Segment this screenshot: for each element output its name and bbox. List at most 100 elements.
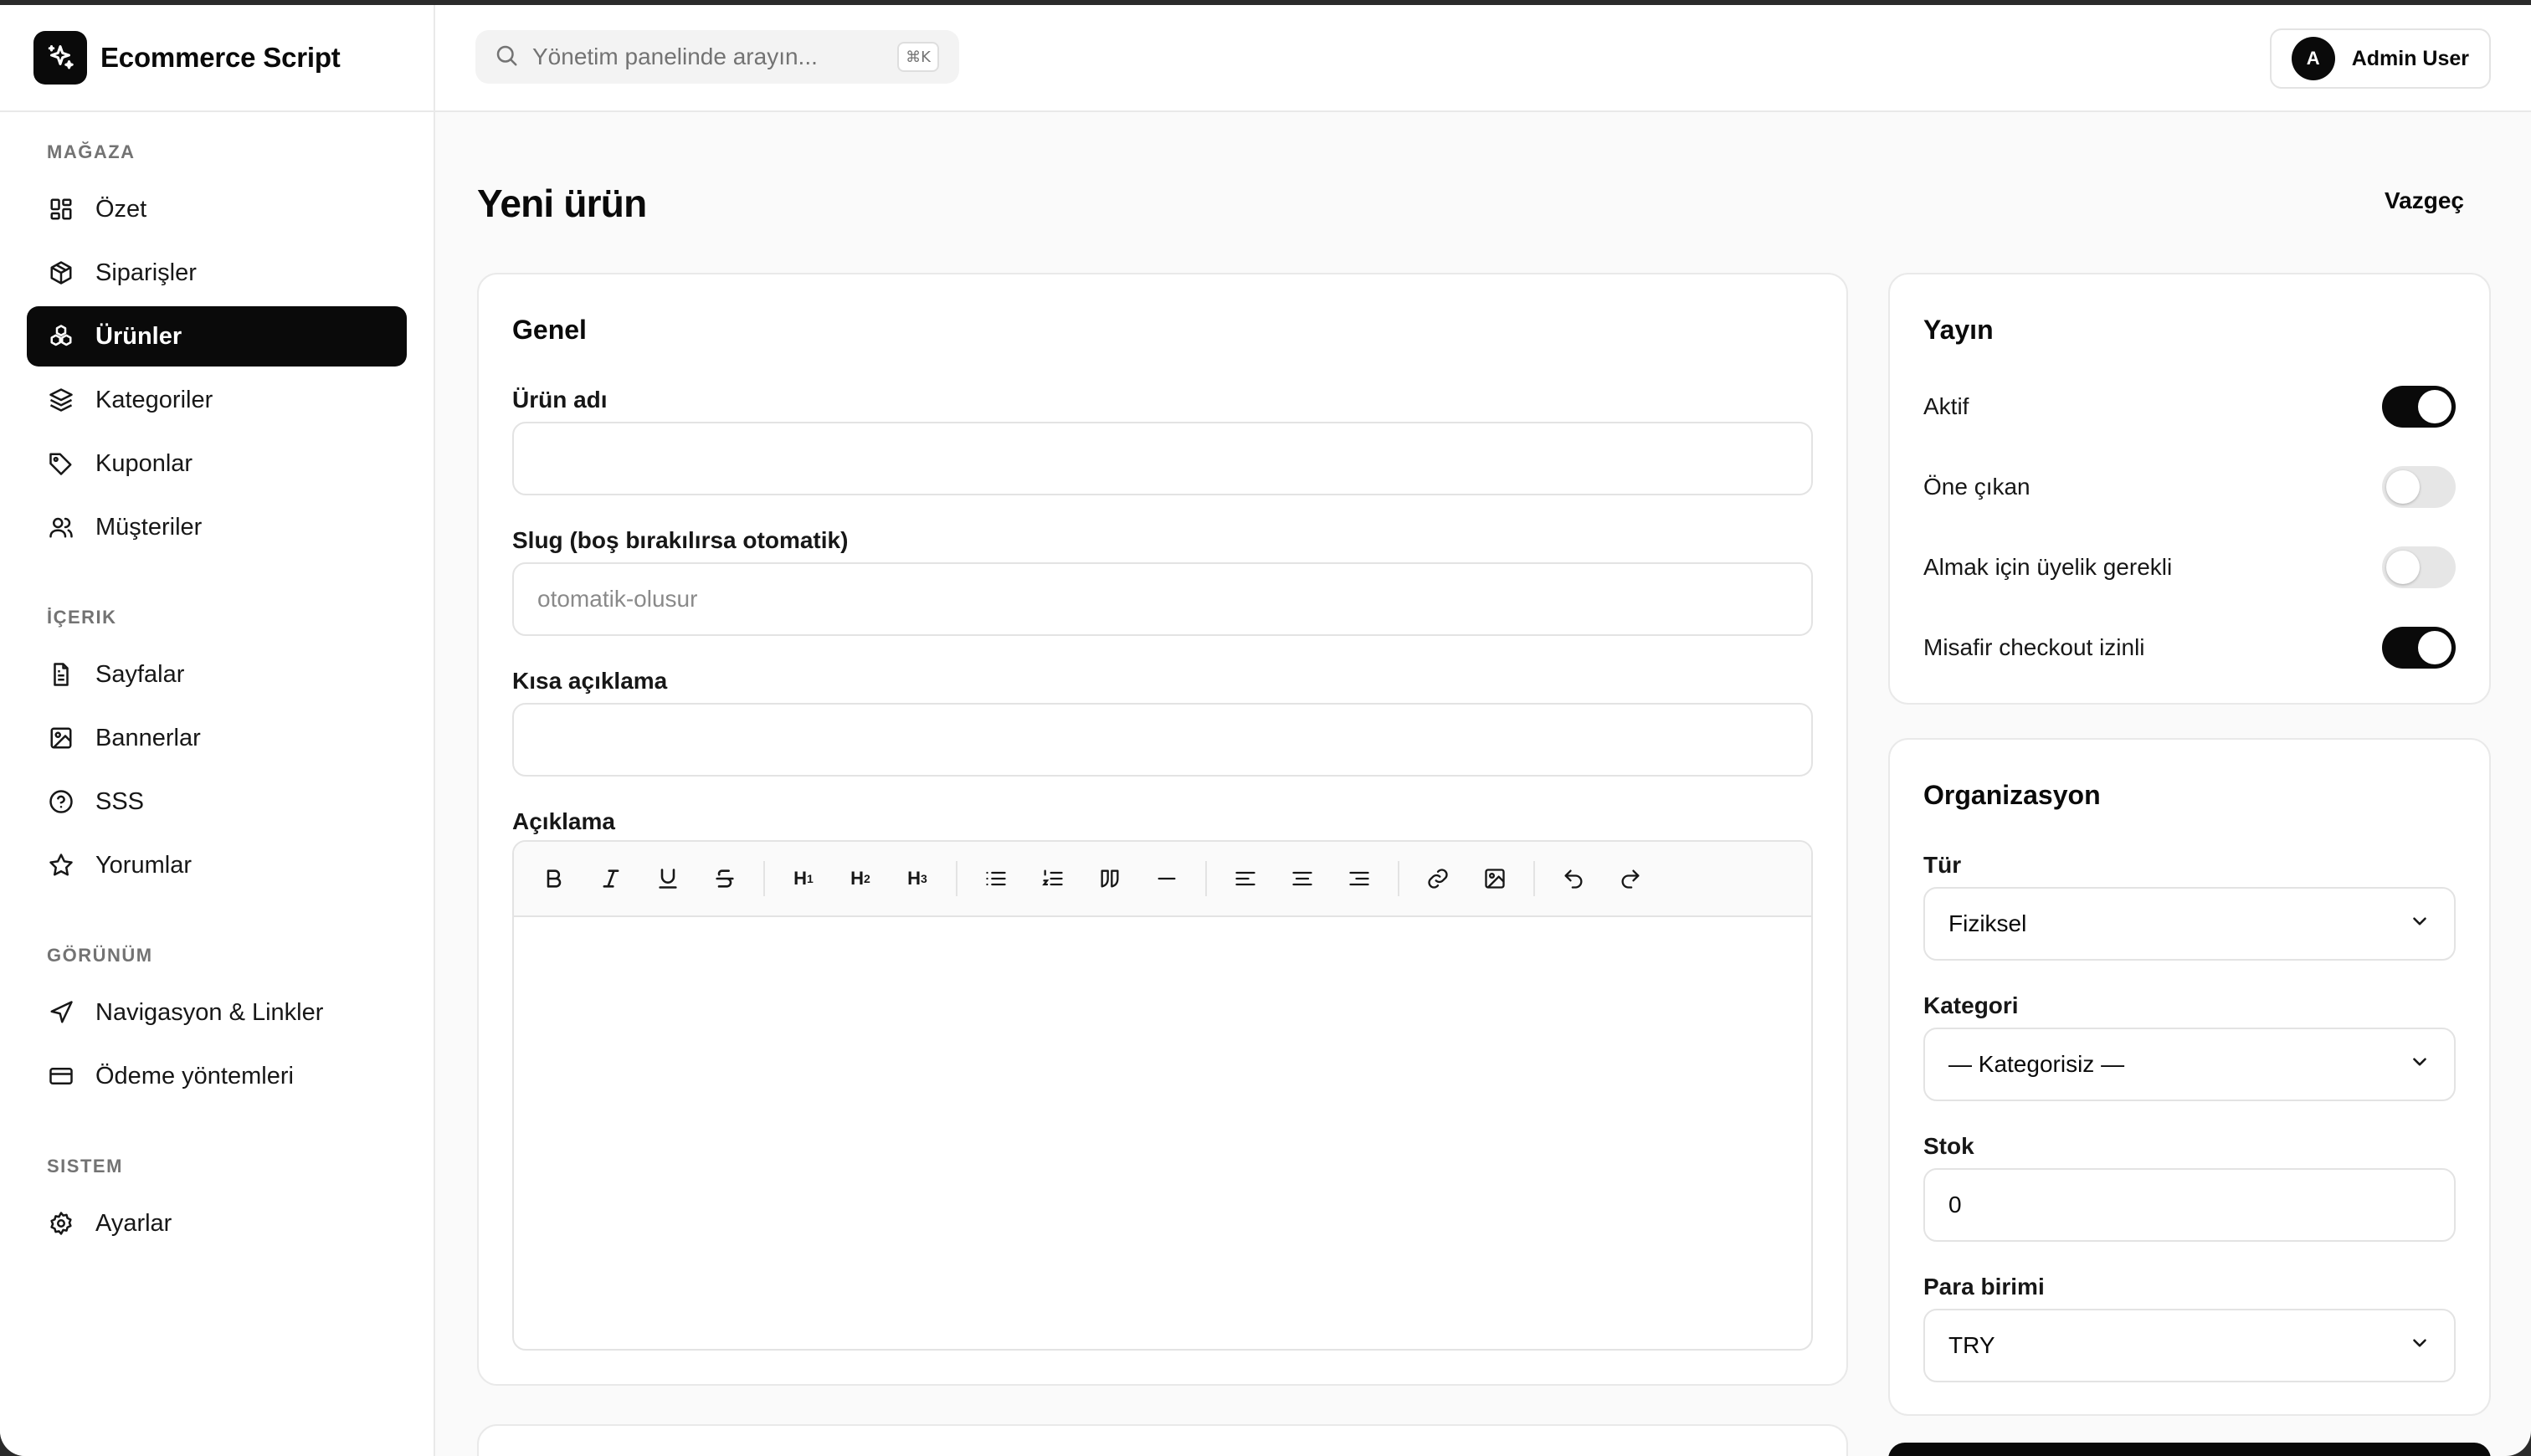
heading-2-label: H — [850, 868, 865, 889]
publish-card-title: Yayın — [1923, 315, 1994, 345]
sidebar-item-label: Bannerlar — [95, 724, 201, 751]
guest-checkout-toggle[interactable] — [2382, 627, 2456, 669]
redo-icon — [1621, 869, 1640, 889]
chevron-down-icon — [2409, 1051, 2431, 1079]
rich-text-editor: H1 H2 H3 — [512, 840, 1813, 1351]
toggle-row-guest-checkout: Misafir checkout izinli — [1923, 624, 2456, 671]
redo-button[interactable] — [1602, 854, 1659, 904]
image-icon — [1485, 869, 1505, 889]
sidebar-item-banners[interactable]: Bannerlar — [27, 708, 407, 768]
search-icon — [494, 43, 519, 72]
underline-icon — [659, 869, 677, 889]
publish-card: Yayın Aktif Öne çıkan Almak için üyelik … — [1888, 273, 2491, 705]
general-card-title: Genel — [512, 315, 587, 345]
toolbar-divider — [956, 861, 957, 896]
bold-button[interactable] — [526, 854, 583, 904]
sidebar-item-label: Sayfalar — [95, 660, 185, 688]
save-button[interactable] — [1888, 1443, 2491, 1456]
brand[interactable]: Ecommerce Script — [0, 5, 434, 112]
sidebar-item-label: Özet — [95, 195, 147, 223]
sidebar-nav: MAĞAZA Özet Siparişler Ürünler Kategoril… — [0, 112, 434, 1253]
currency-value: TRY — [1948, 1332, 1995, 1358]
link-icon — [1428, 869, 1448, 889]
sidebar-item-coupons[interactable]: Kuponlar — [27, 433, 407, 494]
toolbar-divider — [1398, 861, 1399, 896]
heading-3-label: H — [907, 868, 922, 889]
sidebar-item-label: Müşteriler — [95, 513, 203, 541]
toggle-label: Misafir checkout izinli — [1923, 634, 2145, 660]
sidebar-item-settings[interactable]: Ayarlar — [27, 1193, 407, 1253]
slug-input[interactable]: otomatik-olusur — [512, 562, 1813, 636]
avatar: A — [2291, 37, 2335, 80]
short-description-input[interactable] — [512, 703, 1813, 777]
sidebar-item-pages[interactable]: Sayfalar — [27, 644, 407, 705]
stock-label: Stok — [1923, 1133, 1974, 1159]
dashboard-icon — [47, 195, 75, 223]
heading-1-button[interactable]: H1 — [775, 854, 832, 904]
cancel-button[interactable]: Vazgeç — [2385, 187, 2464, 214]
numbered-list-button[interactable] — [1024, 854, 1081, 904]
sidebar-item-label: Yorumlar — [95, 851, 192, 879]
italic-icon — [603, 869, 619, 888]
sidebar-item-categories[interactable]: Kategoriler — [27, 370, 407, 430]
heading-3-button[interactable]: H3 — [889, 854, 946, 904]
heading-2-button[interactable]: H2 — [832, 854, 889, 904]
toolbar-divider — [1533, 861, 1535, 896]
sidebar-item-faq[interactable]: SSS — [27, 772, 407, 832]
bullet-list-icon — [986, 871, 1006, 886]
toggle-row-featured: Öne çıkan — [1923, 464, 2456, 510]
toolbar-divider — [763, 861, 765, 896]
insert-link-button[interactable] — [1409, 854, 1466, 904]
stock-input[interactable]: 0 — [1923, 1168, 2456, 1242]
sidebar-item-payment-methods[interactable]: Ödeme yöntemleri — [27, 1046, 407, 1106]
sidebar-item-label: Ayarlar — [95, 1209, 172, 1237]
type-select[interactable]: Fiziksel — [1923, 887, 2456, 961]
minus-icon — [1158, 877, 1176, 880]
toggle-label: Öne çıkan — [1923, 474, 2030, 500]
sidebar-item-reviews[interactable]: Yorumlar — [27, 835, 407, 895]
featured-toggle[interactable] — [2382, 466, 2456, 508]
membership-required-toggle[interactable] — [2382, 546, 2456, 588]
search-bar[interactable]: Yönetim panelinde arayın... ⌘K — [475, 30, 959, 84]
navigation-icon — [47, 998, 75, 1027]
sidebar: Ecommerce Script MAĞAZA Özet Siparişler … — [0, 5, 435, 1456]
heading-1-level: 1 — [807, 872, 814, 885]
sidebar-item-customers[interactable]: Müşteriler — [27, 497, 407, 557]
help-circle-icon — [47, 787, 75, 816]
strikethrough-button[interactable] — [696, 854, 753, 904]
editor-content-area[interactable] — [514, 917, 1811, 1349]
type-value: Fiziksel — [1948, 910, 2027, 936]
blockquote-button[interactable] — [1081, 854, 1138, 904]
insert-image-button[interactable] — [1466, 854, 1523, 904]
category-select[interactable]: — Kategorisiz — — [1923, 1028, 2456, 1101]
users-icon — [47, 513, 75, 541]
bold-icon — [547, 869, 562, 888]
italic-button[interactable] — [583, 854, 639, 904]
toggle-row-active: Aktif — [1923, 383, 2456, 430]
layers-icon — [47, 386, 75, 414]
sidebar-item-navigation[interactable]: Navigasyon & Linkler — [27, 982, 407, 1043]
active-toggle[interactable] — [2382, 386, 2456, 428]
currency-select[interactable]: TRY — [1923, 1309, 2456, 1382]
file-text-icon — [47, 660, 75, 689]
description-label: Açıklama — [512, 808, 615, 834]
align-center-icon — [1292, 871, 1312, 886]
quote-icon — [1101, 869, 1119, 888]
sidebar-item-products[interactable]: Ürünler — [27, 306, 407, 367]
heading-2-level: 2 — [864, 872, 870, 885]
strikethrough-icon — [716, 869, 734, 888]
category-label: Kategori — [1923, 992, 2019, 1018]
bullet-list-button[interactable] — [968, 854, 1024, 904]
align-center-button[interactable] — [1274, 854, 1331, 904]
product-name-input[interactable] — [512, 422, 1813, 495]
align-left-button[interactable] — [1217, 854, 1274, 904]
align-right-button[interactable] — [1331, 854, 1388, 904]
sidebar-item-orders[interactable]: Siparişler — [27, 243, 407, 303]
section-title-content: İÇERIK — [47, 607, 117, 628]
brand-name: Ecommerce Script — [100, 42, 341, 73]
sidebar-item-overview[interactable]: Özet — [27, 179, 407, 239]
underline-button[interactable] — [639, 854, 696, 904]
horizontal-rule-button[interactable] — [1138, 854, 1195, 904]
user-menu-button[interactable]: A Admin User — [2269, 28, 2491, 89]
undo-button[interactable] — [1545, 854, 1602, 904]
